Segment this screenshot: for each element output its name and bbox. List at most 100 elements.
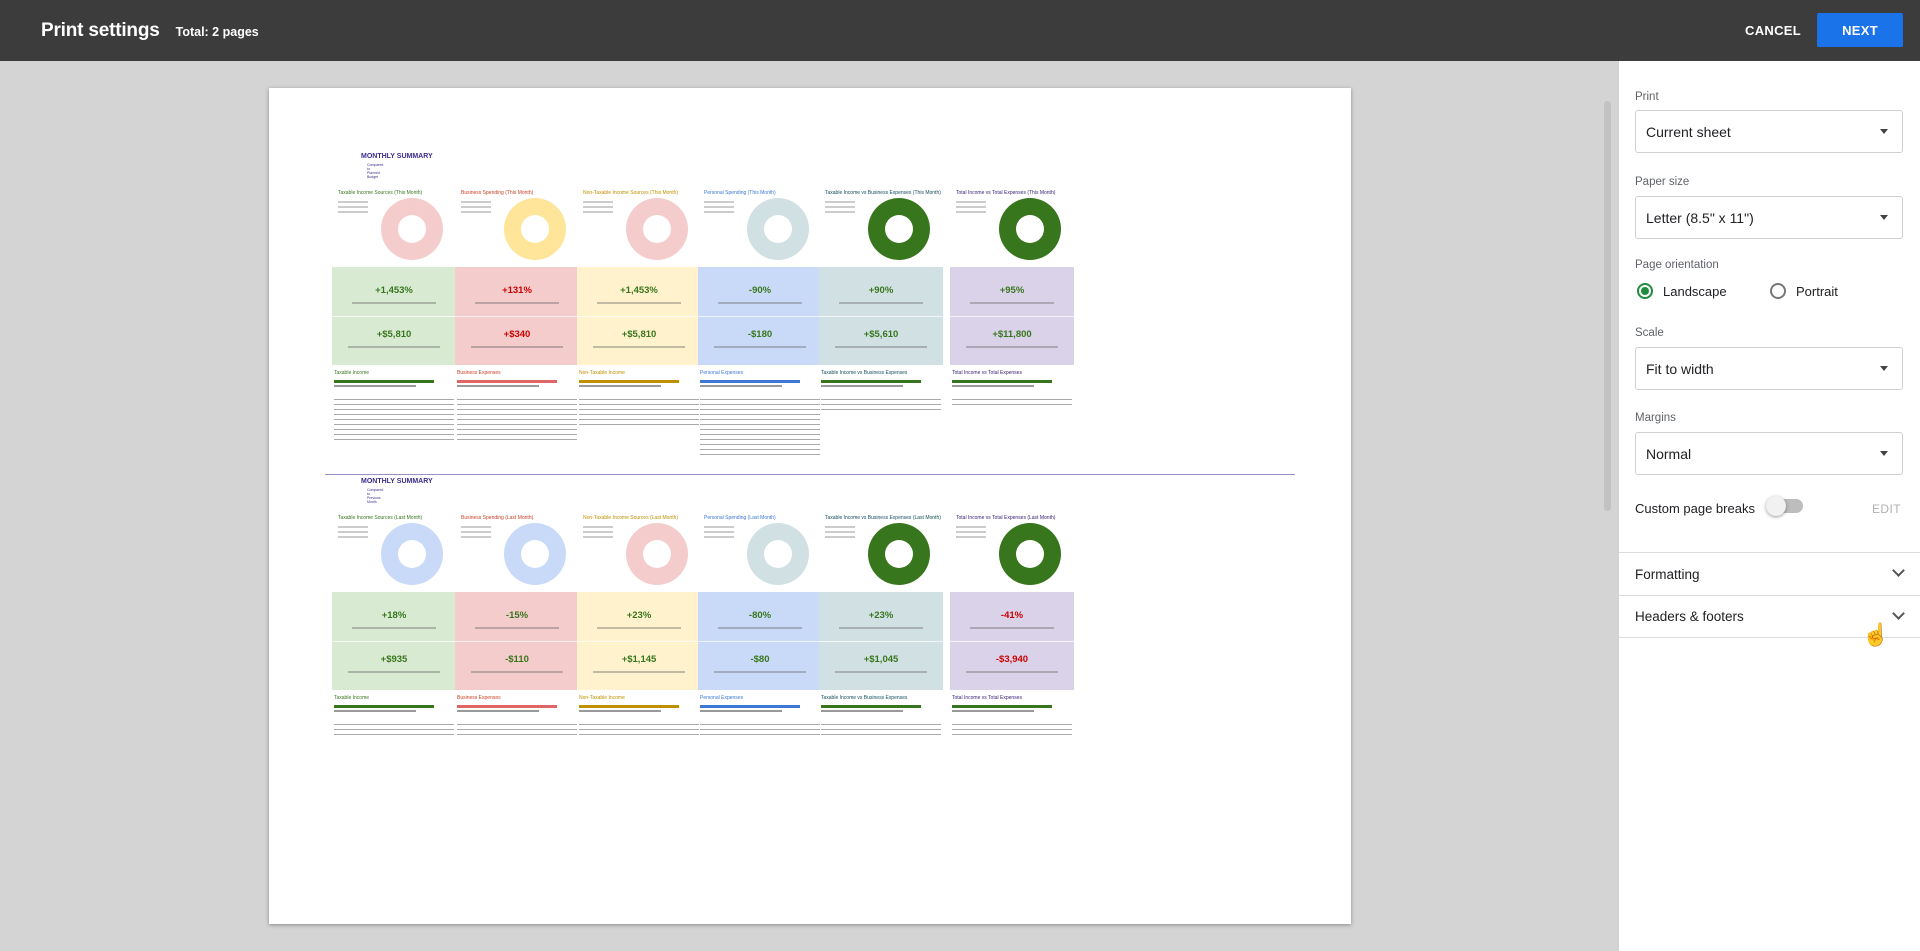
chart-legend xyxy=(704,198,744,216)
legend-line xyxy=(583,211,613,213)
cancel-button[interactable]: CANCEL xyxy=(1730,13,1816,47)
table-row xyxy=(457,428,577,430)
table-row xyxy=(334,413,454,415)
progress-bar-baseline xyxy=(700,710,782,712)
stat-box: +131% +$340 xyxy=(455,267,579,365)
stat-amount: +$1,145 xyxy=(621,654,657,665)
table-row xyxy=(457,728,577,730)
legend-line xyxy=(583,201,613,203)
scale-value: Fit to width xyxy=(1646,360,1714,377)
stat-caption xyxy=(718,302,802,304)
stat-amount: +$935 xyxy=(380,654,408,665)
stat-box: +95% +$11,800 xyxy=(950,267,1074,365)
dropdown-caret-icon xyxy=(1880,129,1888,134)
donut-chart xyxy=(626,523,688,585)
stat-percent: +23% xyxy=(868,610,894,621)
chevron-down-icon xyxy=(1892,607,1905,620)
legend-line xyxy=(461,526,491,528)
scale-dropdown[interactable]: Fit to width xyxy=(1635,347,1903,390)
chart-legend xyxy=(825,523,865,541)
table-row xyxy=(821,403,941,405)
legend-line xyxy=(956,531,986,533)
legend-line xyxy=(704,211,734,213)
legend-line xyxy=(825,526,855,528)
table-row xyxy=(334,433,454,435)
stat-caption xyxy=(597,627,681,629)
legend-line xyxy=(338,206,368,208)
chart-legend xyxy=(956,523,996,541)
chart-legend xyxy=(461,198,501,216)
table-row xyxy=(457,733,577,735)
formatting-section[interactable]: Formatting xyxy=(1619,552,1920,595)
column-title: Non-Taxable Income Sources (Last Month) xyxy=(583,515,679,521)
preview-scrollbar[interactable] xyxy=(1604,101,1611,511)
breakdown-table xyxy=(579,720,699,739)
legend-line xyxy=(825,536,855,538)
breakdown-table xyxy=(457,395,577,444)
stat-divider xyxy=(698,641,822,642)
progress-bar-baseline xyxy=(457,710,539,712)
bar-chart-title: Personal Expenses xyxy=(700,370,744,376)
sheet-title: MONTHLY SUMMARY xyxy=(361,153,433,160)
column-title: Personal Spending (Last Month) xyxy=(704,515,776,521)
column-title: Taxable Income vs Business Expenses (Thi… xyxy=(825,190,941,196)
landscape-radio[interactable]: Landscape xyxy=(1637,283,1727,299)
legend-line xyxy=(956,201,986,203)
table-row xyxy=(952,403,1072,405)
legend-line xyxy=(704,526,734,528)
breakdown-table xyxy=(700,720,820,739)
breakdown-table xyxy=(334,395,454,444)
page-title: Print settings xyxy=(41,19,160,41)
stat-divider xyxy=(819,316,943,317)
summary-column: Personal Spending (Last Month) -80% -$80 Pe… xyxy=(698,515,822,755)
table-row xyxy=(700,723,820,725)
print-dropdown[interactable]: Current sheet xyxy=(1635,110,1903,153)
legend-line xyxy=(825,211,855,213)
radio-checked-icon xyxy=(1637,283,1653,299)
portrait-radio[interactable]: Portrait xyxy=(1770,283,1838,299)
column-title: Business Spending (This Month) xyxy=(461,190,534,196)
progress-bar xyxy=(457,380,557,383)
progress-bar xyxy=(700,705,800,708)
stat-percent: -80% xyxy=(748,610,772,621)
radio-unchecked-icon xyxy=(1770,283,1786,299)
paper-size-dropdown[interactable]: Letter (8.5" x 11") xyxy=(1635,196,1903,239)
legend-line xyxy=(583,526,613,528)
next-button[interactable]: NEXT xyxy=(1817,13,1903,47)
table-row xyxy=(700,433,820,435)
headers-footers-label: Headers & footers xyxy=(1635,609,1744,624)
stat-box: +23% +$1,045 xyxy=(819,592,943,690)
progress-bar-baseline xyxy=(579,710,661,712)
stat-caption xyxy=(475,627,559,629)
bar-chart-title: Taxable Income vs Business Expenses xyxy=(821,370,908,376)
bar-chart-title: Total Income vs Total Expenses xyxy=(952,695,1022,701)
stat-caption xyxy=(835,671,927,673)
progress-bar-baseline xyxy=(952,710,1034,712)
chevron-down-icon xyxy=(1892,564,1905,577)
legend-line xyxy=(956,206,986,208)
margins-dropdown[interactable]: Normal xyxy=(1635,432,1903,475)
legend-line xyxy=(338,536,368,538)
legend-line xyxy=(461,201,491,203)
table-row xyxy=(700,428,820,430)
breakdown-table xyxy=(952,395,1072,409)
table-row xyxy=(334,438,454,440)
summary-column: Personal Spending (This Month) -90% -$180 P… xyxy=(698,190,822,455)
legend-line xyxy=(704,206,734,208)
chart-legend xyxy=(338,198,378,216)
column-title: Taxable Income vs Business Expenses (Las… xyxy=(825,515,941,521)
table-row xyxy=(334,408,454,410)
table-row xyxy=(579,408,699,410)
stat-caption xyxy=(348,346,440,348)
custom-page-breaks-toggle[interactable] xyxy=(1766,496,1803,516)
stat-box: -80% -$80 xyxy=(698,592,822,690)
table-row xyxy=(700,733,820,735)
dropdown-caret-icon xyxy=(1880,366,1888,371)
bar-chart-title: Taxable Income xyxy=(334,370,370,376)
legend-line xyxy=(583,536,613,538)
stat-percent: -41% xyxy=(1000,610,1024,621)
edit-page-breaks-button[interactable]: EDIT xyxy=(1872,502,1901,516)
stat-amount: +$5,810 xyxy=(621,329,657,340)
stat-divider xyxy=(950,316,1074,317)
donut-chart xyxy=(504,523,566,585)
